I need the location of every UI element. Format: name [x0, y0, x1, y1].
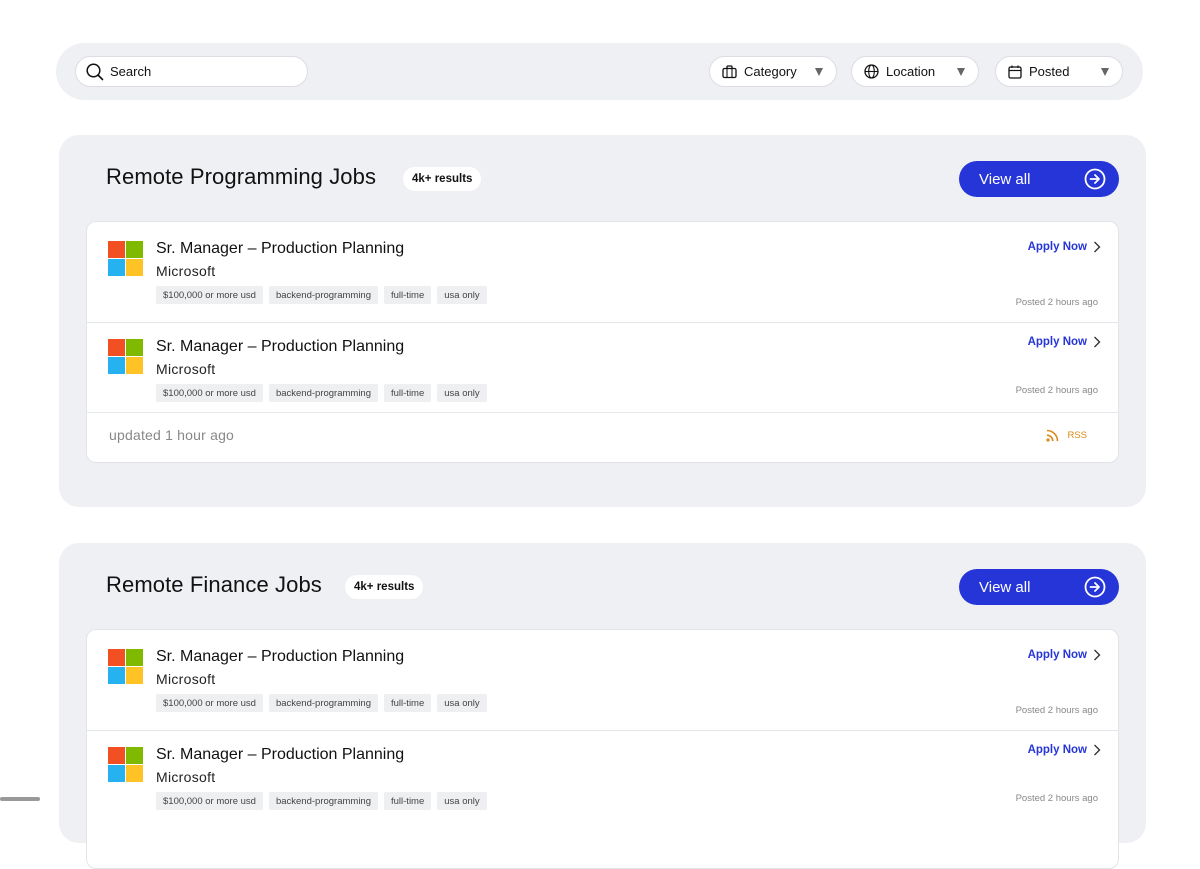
apply-now-label: Apply Now: [1027, 649, 1087, 661]
salary-tag: $100,000 or more usd: [156, 792, 263, 810]
type-tag: full-time: [384, 694, 432, 712]
chevron-right-icon: [1094, 336, 1101, 348]
chevron-right-icon: [1094, 649, 1101, 661]
chevron-right-icon: [1094, 744, 1101, 756]
arrow-circle-right-icon: [1084, 168, 1106, 190]
category-tag: backend-programming: [268, 384, 378, 402]
microsoft-logo: [108, 747, 143, 782]
company-name: Microsoft: [156, 769, 216, 785]
filter-bar: Category Location Posted: [56, 43, 1143, 100]
region-tag: usa only: [437, 384, 487, 402]
globe-icon: [864, 64, 879, 79]
posted-time: Posted 2 hours ago: [1015, 793, 1098, 804]
posted-time: Posted 2 hours ago: [1015, 705, 1098, 716]
horizontal-scrollbar[interactable]: [0, 797, 40, 801]
search-icon: [86, 62, 104, 80]
view-all-button[interactable]: View all: [959, 161, 1119, 197]
region-tag: usa only: [437, 694, 487, 712]
programming-jobs-section: Remote Programming Jobs 4k+ results View…: [59, 135, 1146, 507]
microsoft-logo: [108, 649, 143, 684]
arrow-circle-right-icon: [1084, 576, 1106, 598]
briefcase-icon: [722, 64, 737, 79]
apply-now-link[interactable]: Apply Now: [1028, 649, 1101, 661]
location-dropdown[interactable]: Location: [851, 56, 979, 87]
category-dropdown[interactable]: Category: [709, 56, 837, 87]
results-badge: 4k+ results: [403, 167, 482, 191]
job-row[interactable]: Sr. Manager – Production Planning Micros…: [87, 222, 1118, 323]
rss-label: RSS: [1067, 430, 1087, 441]
category-tag: backend-programming: [268, 694, 378, 712]
microsoft-logo: [108, 339, 143, 374]
company-name: Microsoft: [156, 671, 216, 687]
apply-now-label: Apply Now: [1027, 336, 1087, 348]
apply-now-label: Apply Now: [1027, 744, 1087, 756]
search-input[interactable]: [110, 64, 290, 79]
job-list-card: Sr. Manager – Production Planning Micros…: [86, 221, 1119, 463]
updated-text: updated 1 hour ago: [109, 427, 235, 443]
apply-now-link[interactable]: Apply Now: [1028, 336, 1101, 348]
region-tag: usa only: [437, 792, 487, 810]
chevron-down-icon: [957, 68, 965, 76]
posted-time: Posted 2 hours ago: [1015, 297, 1098, 308]
location-label: Location: [886, 64, 936, 79]
chevron-down-icon: [815, 68, 823, 76]
view-all-button[interactable]: View all: [959, 569, 1119, 605]
job-tags: $100,000 or more usd backend-programming…: [156, 694, 487, 712]
job-title[interactable]: Sr. Manager – Production Planning: [156, 338, 404, 356]
job-list-card: Sr. Manager – Production Planning Micros…: [86, 629, 1119, 869]
apply-now-link[interactable]: Apply Now: [1028, 241, 1101, 253]
section-title: Remote Finance Jobs: [106, 572, 322, 597]
job-title[interactable]: Sr. Manager – Production Planning: [156, 648, 404, 666]
category-tag: backend-programming: [268, 286, 378, 304]
salary-tag: $100,000 or more usd: [156, 286, 263, 304]
chevron-down-icon: [1101, 68, 1109, 76]
region-tag: usa only: [437, 286, 487, 304]
job-title[interactable]: Sr. Manager – Production Planning: [156, 746, 404, 764]
posted-dropdown[interactable]: Posted: [995, 56, 1123, 87]
job-tags: $100,000 or more usd backend-programming…: [156, 286, 487, 304]
category-label: Category: [744, 64, 797, 79]
search-box[interactable]: [75, 56, 308, 87]
results-badge: 4k+ results: [345, 575, 424, 599]
card-footer: updated 1 hour ago RSS: [87, 413, 1118, 462]
type-tag: full-time: [384, 286, 432, 304]
rss-link[interactable]: RSS: [1046, 429, 1087, 442]
category-tag: backend-programming: [268, 792, 378, 810]
chevron-right-icon: [1094, 241, 1101, 253]
section-title: Remote Programming Jobs: [106, 164, 377, 189]
company-name: Microsoft: [156, 263, 216, 279]
job-row[interactable]: Sr. Manager – Production Planning Micros…: [87, 731, 1118, 831]
salary-tag: $100,000 or more usd: [156, 694, 263, 712]
apply-now-label: Apply Now: [1027, 241, 1087, 253]
type-tag: full-time: [384, 384, 432, 402]
microsoft-logo: [108, 241, 143, 276]
view-all-label: View all: [979, 170, 1031, 188]
job-tags: $100,000 or more usd backend-programming…: [156, 792, 487, 810]
posted-time: Posted 2 hours ago: [1015, 385, 1098, 396]
job-title[interactable]: Sr. Manager – Production Planning: [156, 240, 404, 258]
job-tags: $100,000 or more usd backend-programming…: [156, 384, 487, 402]
salary-tag: $100,000 or more usd: [156, 384, 263, 402]
calendar-icon: [1008, 65, 1022, 79]
job-row[interactable]: Sr. Manager – Production Planning Micros…: [87, 323, 1118, 413]
type-tag: full-time: [384, 792, 432, 810]
job-row[interactable]: Sr. Manager – Production Planning Micros…: [87, 630, 1118, 731]
view-all-label: View all: [979, 578, 1031, 596]
company-name: Microsoft: [156, 361, 216, 377]
posted-label: Posted: [1029, 64, 1070, 79]
finance-jobs-section: Remote Finance Jobs 4k+ results View all…: [59, 543, 1146, 869]
rss-icon: [1046, 429, 1059, 442]
apply-now-link[interactable]: Apply Now: [1028, 744, 1101, 756]
